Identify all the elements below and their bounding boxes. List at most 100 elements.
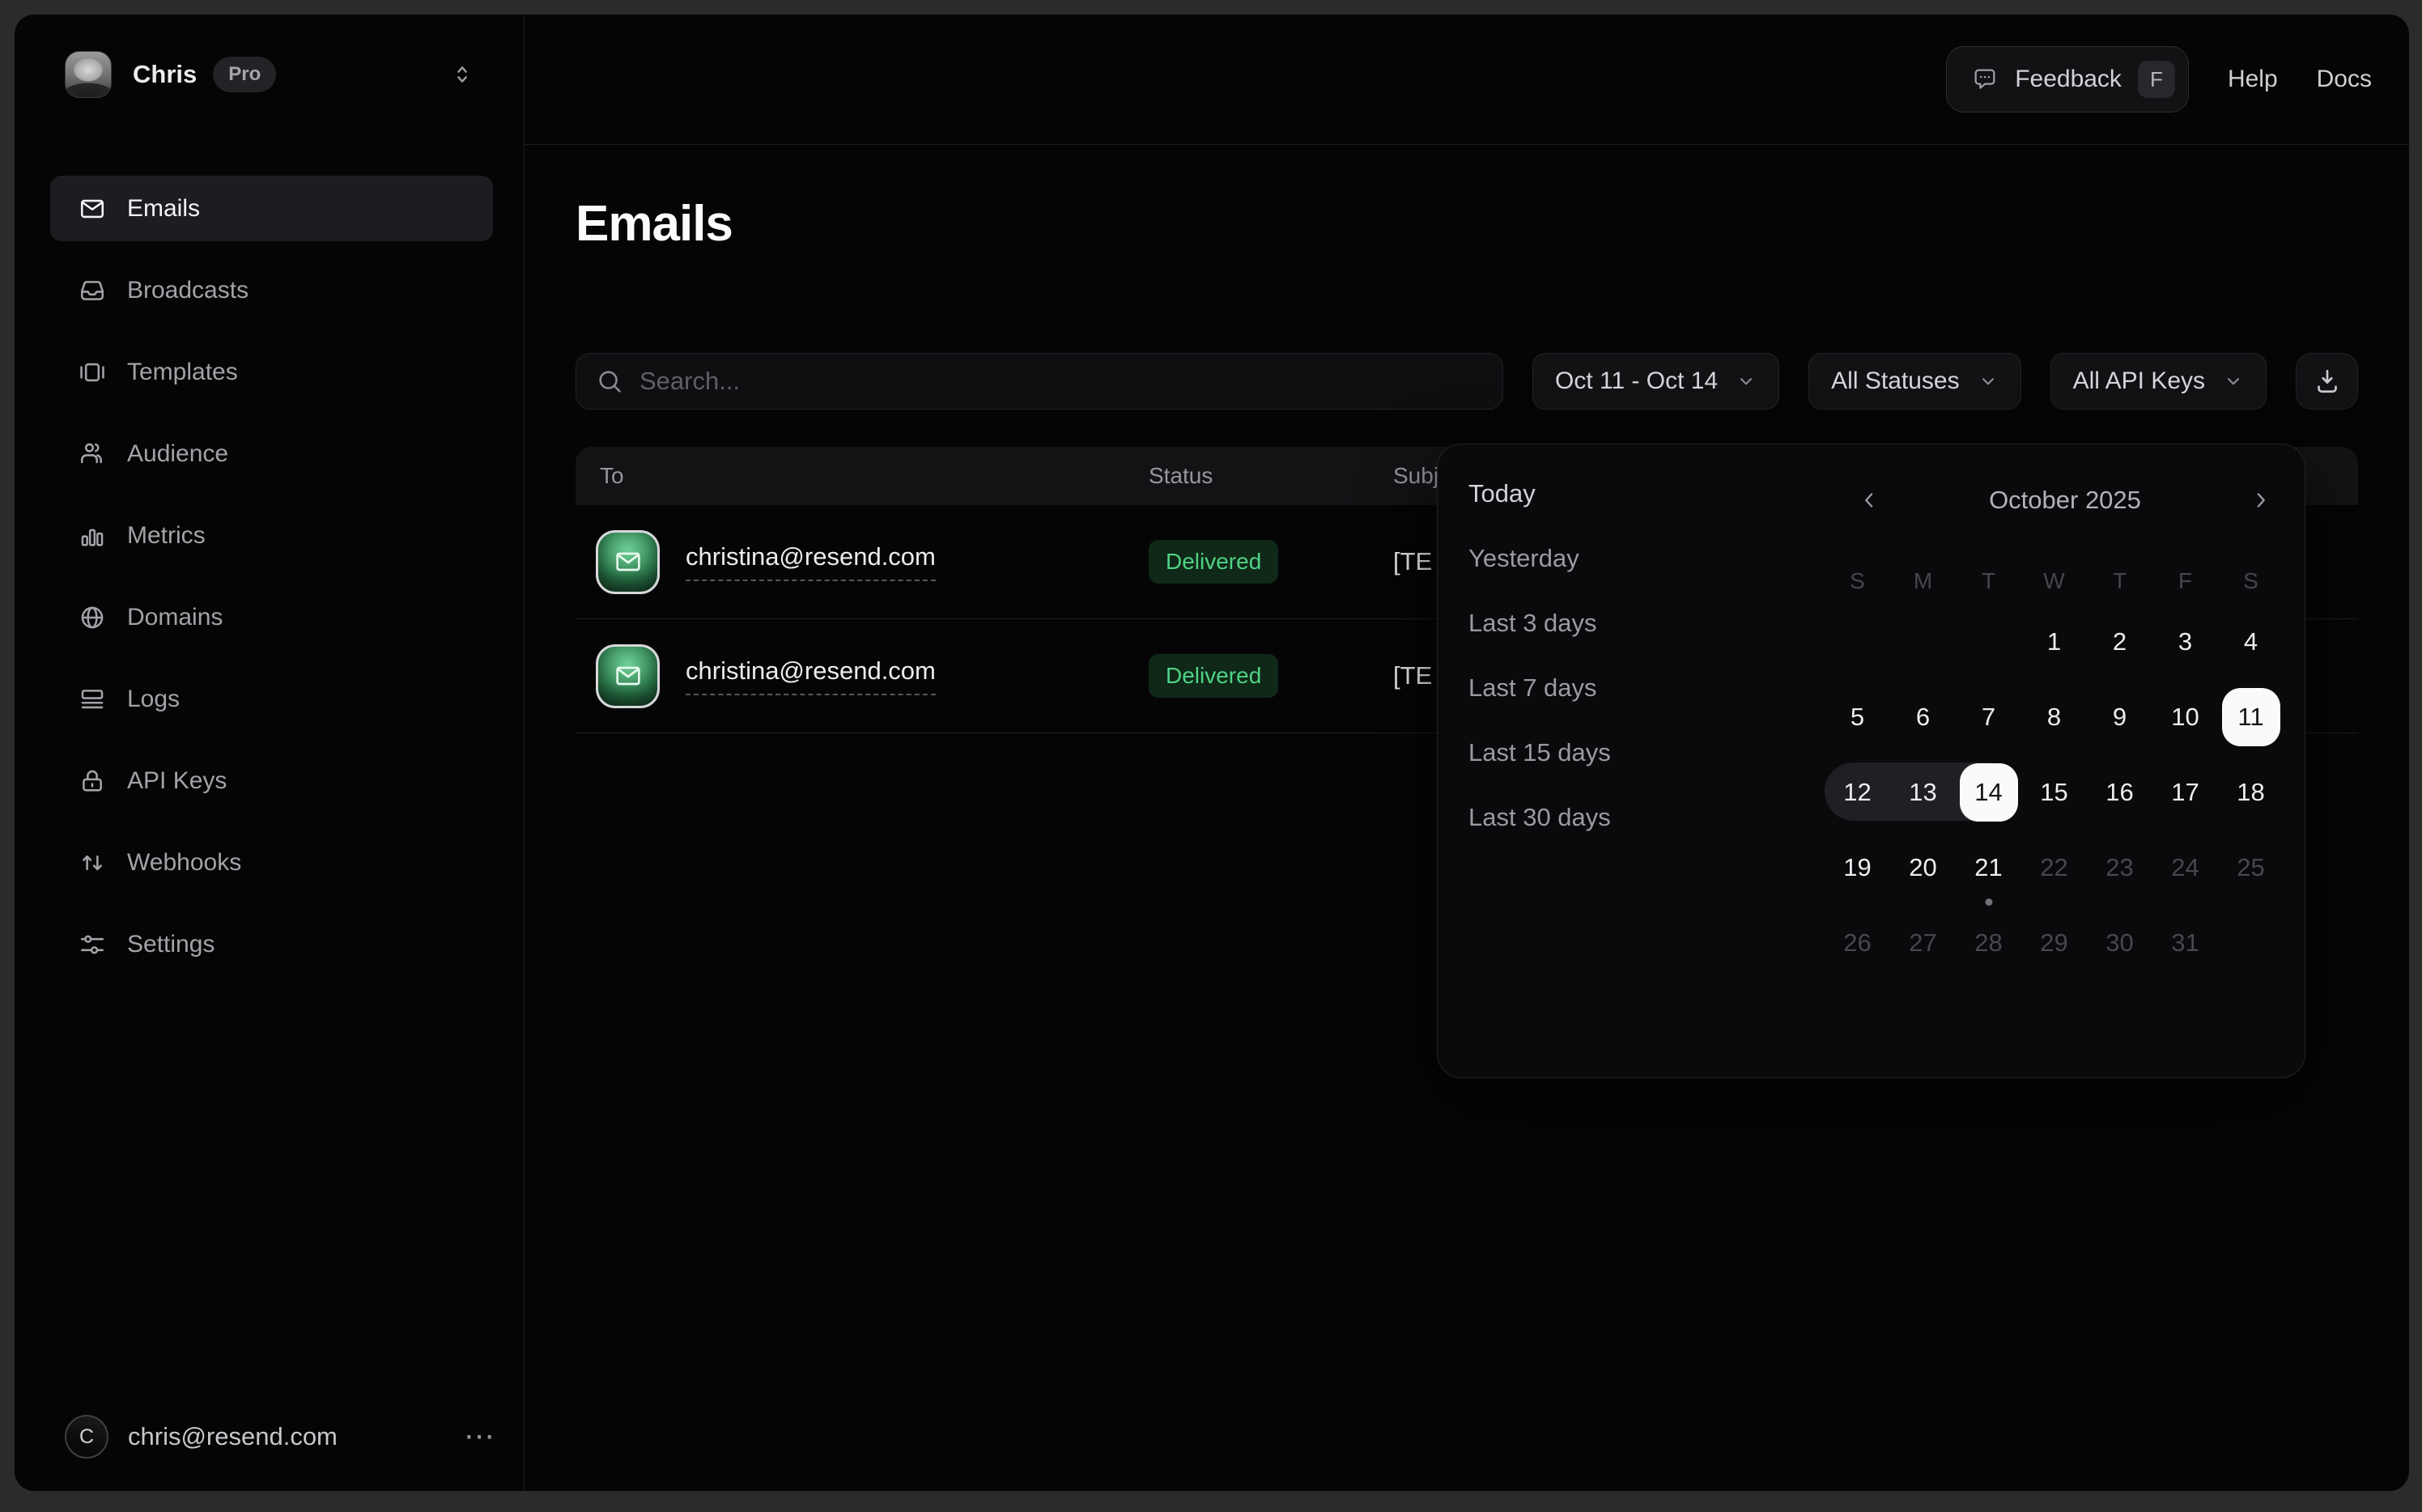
preset-yesterday[interactable]: Yesterday [1468, 526, 1643, 591]
status-dropdown[interactable]: All Statuses [1808, 353, 2020, 410]
arrow-up-down-icon [79, 849, 106, 877]
sidebar-item-broadcasts[interactable]: Broadcasts [50, 257, 493, 323]
weekday-label: M [1890, 565, 1956, 597]
preset-today[interactable]: Today [1468, 461, 1643, 526]
page-title: Emails [576, 195, 2358, 253]
bar-chart-icon [79, 522, 106, 550]
weekday-label: T [2087, 565, 2152, 597]
calendar-grid: 1 2 3 4 5 6 7 8 9 10 11 12 13 14 15 16 1… [1825, 604, 2284, 980]
sidebar-item-label: Broadcasts [127, 277, 249, 304]
sliders-icon [79, 931, 106, 958]
help-link[interactable]: Help [2228, 66, 2278, 93]
topbar: Feedback F Help Docs [525, 15, 2409, 145]
recipient-email[interactable]: christina@resend.com [686, 542, 936, 581]
rows-icon [79, 686, 106, 713]
chevron-up-down-icon [449, 62, 475, 87]
calendar-day[interactable]: 8 [2021, 679, 2087, 754]
calendar-day-disabled: 24 [2152, 830, 2218, 905]
preset-last-7-days[interactable]: Last 7 days [1468, 656, 1643, 720]
status-badge: Delivered [1149, 654, 1278, 698]
preset-last-3-days[interactable]: Last 3 days [1468, 591, 1643, 656]
sidebar-item-emails[interactable]: Emails [50, 176, 493, 241]
account-menu-icon[interactable]: ⋯ [464, 1429, 495, 1445]
calendar-day[interactable]: 3 [2152, 604, 2218, 679]
calendar-day-in-range[interactable]: 13 [1890, 754, 1956, 830]
sidebar-item-settings[interactable]: Settings [50, 911, 493, 977]
status-badge: Delivered [1149, 540, 1278, 584]
calendar-empty [2218, 905, 2284, 980]
app-window: Chris Pro Emails Broadcasts Templates Au… [15, 15, 2409, 1491]
feedback-label: Feedback [2015, 66, 2122, 93]
calendar-day-today[interactable]: 21 [1956, 830, 2021, 905]
email-icon [596, 644, 660, 708]
search-icon [596, 367, 623, 395]
column-status: Status [1149, 463, 1393, 489]
sidebar-item-api-keys[interactable]: API Keys [50, 748, 493, 813]
recipient-email[interactable]: christina@resend.com [686, 656, 936, 695]
account-footer[interactable]: C chris@resend.com ⋯ [65, 1415, 495, 1459]
month-label: October 2025 [1903, 481, 2227, 520]
search-box[interactable] [576, 353, 1503, 410]
calendar-day[interactable]: 5 [1825, 679, 1890, 754]
feedback-button[interactable]: Feedback F [1946, 46, 2189, 113]
sidebar-item-label: Settings [127, 931, 215, 958]
calendar-day[interactable]: 19 [1825, 830, 1890, 905]
sidebar-item-label: Audience [127, 440, 228, 468]
lock-icon [79, 767, 106, 795]
sidebar-item-logs[interactable]: Logs [50, 666, 493, 732]
download-icon [2313, 367, 2342, 396]
calendar-empty [1825, 604, 1890, 679]
preset-last-30-days[interactable]: Last 30 days [1468, 785, 1643, 850]
column-to: To [576, 463, 1149, 489]
calendar-day[interactable]: 7 [1956, 679, 2021, 754]
sidebar-item-audience[interactable]: Audience [50, 421, 493, 486]
api-keys-dropdown[interactable]: All API Keys [2050, 353, 2267, 410]
sidebar-item-templates[interactable]: Templates [50, 339, 493, 405]
calendar-day[interactable]: 2 [2087, 604, 2152, 679]
sidebar-item-domains[interactable]: Domains [50, 584, 493, 650]
weekday-header: S M T W T F S [1825, 565, 2284, 597]
api-keys-value: All API Keys [2073, 367, 2205, 395]
status-value: All Statuses [1831, 367, 1959, 395]
sidebar-item-webhooks[interactable]: Webhooks [50, 830, 493, 895]
sidebar-item-label: Webhooks [127, 849, 241, 877]
calendar-day[interactable]: 16 [2087, 754, 2152, 830]
calendar-day[interactable]: 4 [2218, 604, 2284, 679]
calendar-empty [1890, 604, 1956, 679]
next-month-button[interactable] [2241, 481, 2280, 520]
calendar-day-range-start[interactable]: 11 [2218, 679, 2284, 754]
calendar-day[interactable]: 6 [1890, 679, 1956, 754]
workspace-avatar [65, 51, 112, 98]
workspace-switcher[interactable]: Chris Pro [65, 50, 475, 99]
date-range-dropdown[interactable]: Oct 11 - Oct 14 [1532, 353, 1779, 410]
export-button[interactable] [2296, 353, 2358, 410]
calendar-empty [1956, 604, 2021, 679]
globe-icon [79, 604, 106, 631]
calendar-day[interactable]: 15 [2021, 754, 2087, 830]
weekday-label: S [2218, 565, 2284, 597]
sidebar-item-label: Emails [127, 195, 200, 223]
email-icon [596, 530, 660, 594]
account-avatar: C [65, 1415, 108, 1459]
calendar-day-disabled: 31 [2152, 905, 2218, 980]
calendar-day-range-end[interactable]: 14 [1956, 754, 2021, 830]
inbox-tray-icon [79, 277, 106, 304]
calendar-day[interactable]: 9 [2087, 679, 2152, 754]
sidebar-item-label: Domains [127, 604, 223, 631]
search-input[interactable] [639, 367, 1483, 396]
sidebar-item-metrics[interactable]: Metrics [50, 503, 493, 568]
workspace-name: Chris [133, 60, 197, 89]
calendar-day-disabled: 22 [2021, 830, 2087, 905]
calendar-day[interactable]: 17 [2152, 754, 2218, 830]
calendar-day[interactable]: 18 [2218, 754, 2284, 830]
calendar-day-disabled: 25 [2218, 830, 2284, 905]
calendar-day[interactable]: 1 [2021, 604, 2087, 679]
calendar-day[interactable]: 20 [1890, 830, 1956, 905]
date-presets: Today Yesterday Last 3 days Last 7 days … [1468, 461, 1643, 850]
calendar-day-in-range[interactable]: 12 [1825, 754, 1890, 830]
calendar-day-disabled: 29 [2021, 905, 2087, 980]
calendar-day[interactable]: 10 [2152, 679, 2218, 754]
preset-last-15-days[interactable]: Last 15 days [1468, 720, 1643, 785]
prev-month-button[interactable] [1850, 481, 1889, 520]
docs-link[interactable]: Docs [2317, 66, 2372, 93]
